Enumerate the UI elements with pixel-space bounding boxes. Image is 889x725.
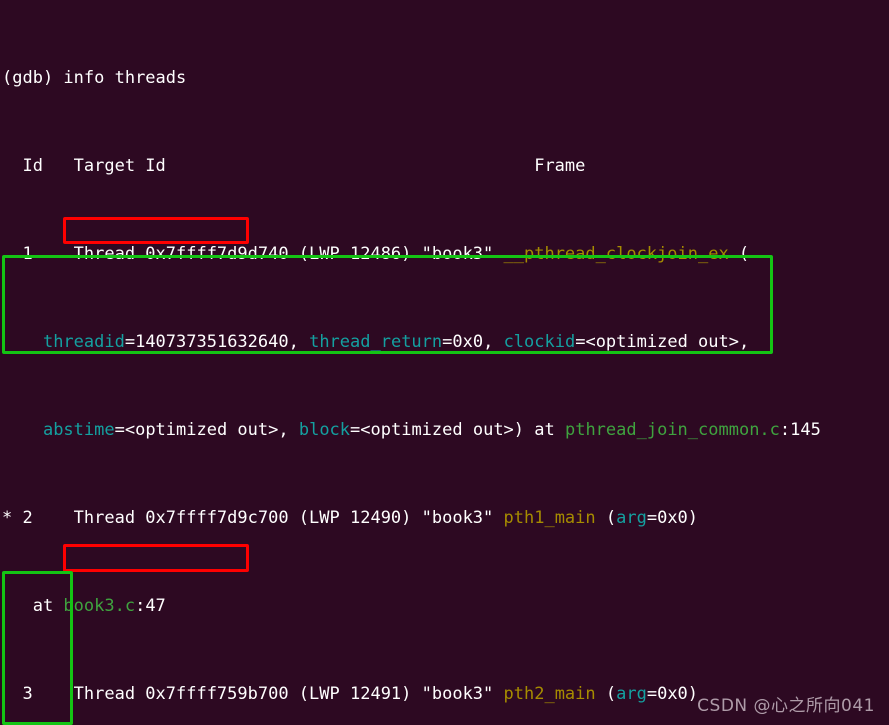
frame-function-name: pth2_main — [503, 684, 596, 704]
gdb-prompt: (gdb) — [2, 68, 64, 88]
terminal-window[interactable]: (gdb) info threads Id Target Id Frame 1 … — [0, 0, 889, 725]
param-abstime-value: =<optimized out>, — [114, 420, 299, 440]
line-command-info-threads: (gdb) info threads — [2, 67, 821, 89]
terminal-output: (gdb) info threads Id Target Id Frame 1 … — [2, 1, 821, 725]
open-paren: ( — [728, 244, 750, 264]
line-thread-1-args-b: abstime=<optimized out>, block=<optimize… — [2, 419, 821, 441]
param-threadid-value: =140737351632640, — [124, 332, 310, 352]
param-thread-return: thread_return — [309, 332, 443, 352]
line-threads-header: Id Target Id Frame — [2, 156, 596, 176]
source-line-number: :145 — [779, 420, 821, 440]
line-thread-1-args-a: threadid=140737351632640, thread_return=… — [2, 331, 821, 353]
param-block: block — [298, 420, 351, 440]
param-threadid: threadid — [42, 332, 125, 352]
param-clockid-value: =<optimized out>, — [575, 332, 750, 352]
param-arg: arg — [616, 684, 647, 704]
line-thread-1: 1 Thread 0x7ffff7d9d740 (LWP 12486) "boo… — [2, 243, 821, 265]
frame-function-name: pth1_main — [503, 508, 596, 528]
param-block-value: =<optimized out>) at — [350, 420, 565, 440]
param-arg-value: =0x0) — [646, 508, 699, 528]
thread-1-info: 1 Thread 0x7ffff7d9d740 (LWP 12486) "boo… — [2, 244, 504, 264]
thread-2-info: * 2 Thread 0x7ffff7d9c700 (LWP 12490) "b… — [2, 508, 504, 528]
source-line-number: :47 — [135, 596, 166, 616]
line-thread-2-location: at book3.c:47 — [2, 595, 821, 617]
open-paren: ( — [595, 684, 617, 704]
param-abstime: abstime — [42, 420, 115, 440]
param-clockid: clockid — [503, 332, 576, 352]
param-arg-value: =0x0) — [646, 684, 699, 704]
param-arg: arg — [616, 508, 647, 528]
source-file-name: book3.c — [63, 596, 136, 616]
line-thread-2: * 2 Thread 0x7ffff7d9c700 (LWP 12490) "b… — [2, 507, 821, 529]
param-thread-return-value: =0x0, — [442, 332, 504, 352]
open-paren: ( — [595, 508, 617, 528]
frame-function-name: __pthread_clockjoin_ex — [503, 244, 729, 264]
thread-3-info: 3 Thread 0x7ffff759b700 (LWP 12491) "boo… — [2, 684, 504, 704]
at-keyword: at — [2, 596, 64, 616]
command-text: info threads — [63, 68, 187, 88]
csdn-watermark: CSDN @心之所向041 — [697, 696, 875, 716]
source-file-name: pthread_join_common.c — [564, 420, 780, 440]
